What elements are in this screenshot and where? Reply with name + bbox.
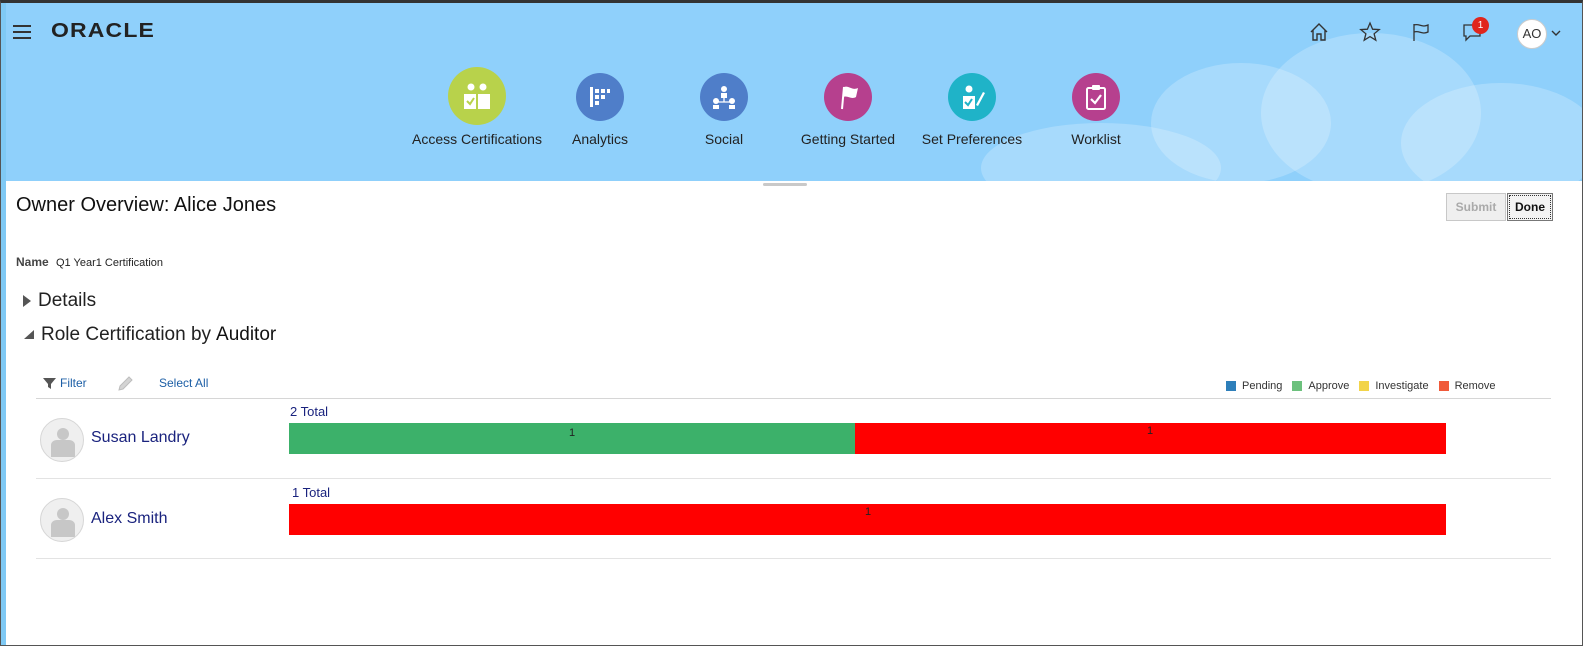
user-avatar[interactable]: AO: [1517, 19, 1547, 49]
app-window: ORACLE 1 AO Access Certifications Analyt…: [0, 0, 1583, 646]
segment-count: 1: [569, 427, 576, 439]
left-edge: [1, 3, 6, 645]
flag-icon[interactable]: [1408, 19, 1434, 45]
total-count-link[interactable]: 2 Total: [290, 404, 328, 419]
row-divider: [36, 478, 1551, 479]
user-avatar-placeholder: [40, 498, 84, 542]
nav-label: Social: [704, 131, 744, 147]
filter-button[interactable]: Filter: [43, 376, 87, 390]
done-button[interactable]: Done: [1507, 193, 1553, 221]
nav-social[interactable]: Social: [659, 67, 789, 148]
segment-count: 1: [1147, 425, 1154, 437]
getting-started-icon: [824, 73, 872, 121]
select-all-button[interactable]: Select All: [159, 376, 208, 390]
role-certification-label: Role Certification by: [41, 324, 212, 345]
submit-button[interactable]: Submit: [1446, 193, 1506, 221]
social-icon: [700, 73, 748, 121]
springboard-header: ORACLE 1 AO Access Certifications Analyt…: [1, 3, 1582, 181]
nav-worklist[interactable]: Worklist: [1031, 67, 1161, 148]
filter-label: Filter: [60, 376, 87, 390]
worklist-icon: [1072, 73, 1120, 121]
springboard-collapse-handle[interactable]: [763, 183, 807, 186]
segment-count: 1: [865, 506, 872, 518]
details-section-header[interactable]: Details: [23, 290, 96, 312]
nav-set-preferences[interactable]: Set Preferences: [907, 67, 1037, 148]
remove-bar-segment[interactable]: 1: [855, 423, 1446, 454]
approve-bar-segment[interactable]: 1: [289, 423, 855, 454]
filter-icon: [43, 377, 56, 389]
name-value: Q1 Year1 Certification: [56, 257, 164, 269]
pencil-icon: [118, 376, 133, 391]
name-label: Name: [16, 255, 49, 269]
pending-swatch: [1226, 381, 1236, 391]
set-preferences-icon: [948, 73, 996, 121]
legend-item-investigate: Investigate: [1359, 380, 1429, 392]
investigate-swatch: [1359, 381, 1370, 391]
legend-item-pending: Pending: [1226, 380, 1282, 392]
auditor-label: Auditor: [216, 324, 277, 345]
legend-label: Remove: [1454, 380, 1496, 392]
nav-getting-started[interactable]: Getting Started: [783, 67, 913, 148]
chart-legend: Pending Approve Investigate Remove: [1226, 380, 1506, 392]
nav-label: Access Certifications: [412, 131, 542, 147]
page-title: Owner Overview: Alice Jones: [16, 194, 277, 216]
legend-label: Approve: [1308, 380, 1350, 392]
list-divider: [36, 398, 1551, 399]
notification-badge: 1: [1472, 17, 1489, 34]
nav-label: Set Preferences: [921, 131, 1023, 147]
legend-label: Investigate: [1375, 380, 1429, 392]
role-certification-section-header[interactable]: Role Certification by Auditor: [23, 324, 276, 346]
select-all-label: Select All: [159, 376, 209, 390]
expand-icon: [23, 295, 31, 307]
row-divider: [36, 558, 1551, 559]
total-count-link[interactable]: 1 Total: [292, 485, 330, 500]
collapse-icon: [24, 330, 34, 339]
nav-label: Getting Started: [800, 131, 896, 147]
nav-label: Analytics: [571, 131, 629, 147]
legend-label: Pending: [1242, 380, 1283, 392]
star-icon[interactable]: [1357, 19, 1383, 45]
details-label: Details: [38, 290, 97, 311]
analytics-icon: [576, 73, 624, 121]
approve-swatch: [1292, 381, 1303, 391]
home-icon[interactable]: [1306, 19, 1332, 45]
user-avatar-placeholder: [40, 418, 84, 462]
legend-item-remove: Remove: [1438, 380, 1496, 392]
nav-access-certifications[interactable]: Access Certifications: [412, 67, 542, 148]
menu-icon[interactable]: [13, 25, 31, 39]
nav-analytics[interactable]: Analytics: [535, 67, 665, 148]
nav-label: Worklist: [1071, 131, 1121, 147]
oracle-logo[interactable]: ORACLE: [51, 20, 155, 43]
access-certifications-icon: [448, 67, 506, 125]
remove-swatch: [1438, 381, 1449, 391]
legend-item-approve: Approve: [1292, 380, 1349, 392]
edit-button[interactable]: [117, 376, 135, 392]
user-name-link[interactable]: Susan Landry: [91, 429, 190, 447]
remove-bar-segment[interactable]: 1: [289, 504, 1446, 535]
user-name-link[interactable]: Alex Smith: [91, 510, 167, 528]
chevron-down-icon[interactable]: [1550, 27, 1562, 39]
